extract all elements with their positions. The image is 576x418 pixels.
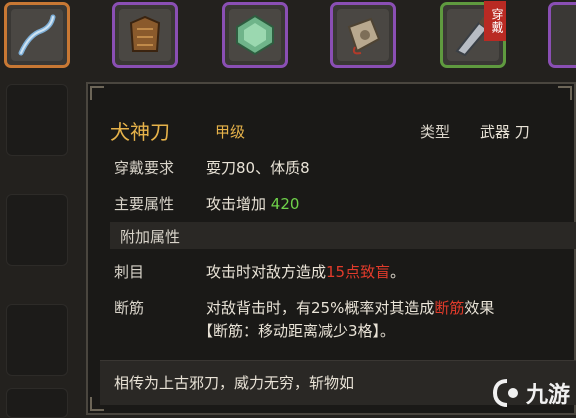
pouch-icon (337, 9, 389, 61)
extra-attr-title: 附加属性 (120, 228, 181, 246)
jade-stone-icon (229, 9, 281, 61)
background-slot (6, 388, 68, 418)
extra-attr-highlight: 断筋 (434, 299, 465, 317)
extra-attr-highlight: 15点致盲 (326, 263, 391, 281)
extra-attr-text: 攻击时对敌方造成15点致盲。 (206, 261, 405, 282)
jade-slot[interactable] (222, 2, 288, 68)
watermark-text: 九游 (525, 383, 570, 408)
watermark-logo-icon (492, 379, 518, 407)
background-slot (6, 84, 68, 156)
item-description: 相传为上古邪刀，威力无穷，斩物如 (114, 374, 355, 392)
main-attr-description: 攻击增加 (206, 195, 267, 213)
extra-attr-before: 对敌背击时，有25%概率对其造成 (206, 299, 435, 317)
requirement-value: 耍刀80、体质8 (206, 159, 310, 177)
extra-attr-after: 效果 (464, 299, 495, 317)
item-name: 犬神刀 (110, 120, 170, 144)
background-slot (6, 304, 68, 376)
background-slot (6, 194, 68, 266)
main-attr-label: 主要属性 (114, 195, 175, 213)
leather-armor-icon (119, 9, 171, 61)
requirement-label: 穿戴要求 (114, 159, 175, 177)
weapon-slot[interactable] (4, 2, 70, 68)
extra-attr-label: 刺目 (114, 263, 145, 281)
type-label: 类型 (420, 123, 451, 141)
main-attr-value: 420 (270, 195, 300, 213)
watermark: 九游 (492, 377, 570, 409)
pouch-slot[interactable] (330, 2, 396, 68)
equipped-badge: 穿戴 (484, 1, 506, 41)
extra-attr-after: 。 (390, 263, 406, 281)
extra-attr-detail: 【断筋：移动距离减少3格】。 (198, 322, 396, 340)
main-attr-text: 攻击增加 420 (206, 193, 299, 214)
whip-icon (11, 9, 63, 61)
extra-attr-text: 对敌背击时，有25%概率对其造成断筋效果 (206, 297, 494, 318)
armor-slot[interactable] (112, 2, 178, 68)
blade-slot[interactable]: 穿戴 (440, 1, 506, 68)
partial-slot[interactable] (548, 2, 576, 68)
type-value: 武器 刀 (480, 123, 530, 141)
extra-attr-label: 断筋 (114, 299, 145, 317)
extra-attr-before: 攻击时对敌方造成 (206, 263, 327, 281)
item-grade: 甲级 (215, 123, 246, 141)
